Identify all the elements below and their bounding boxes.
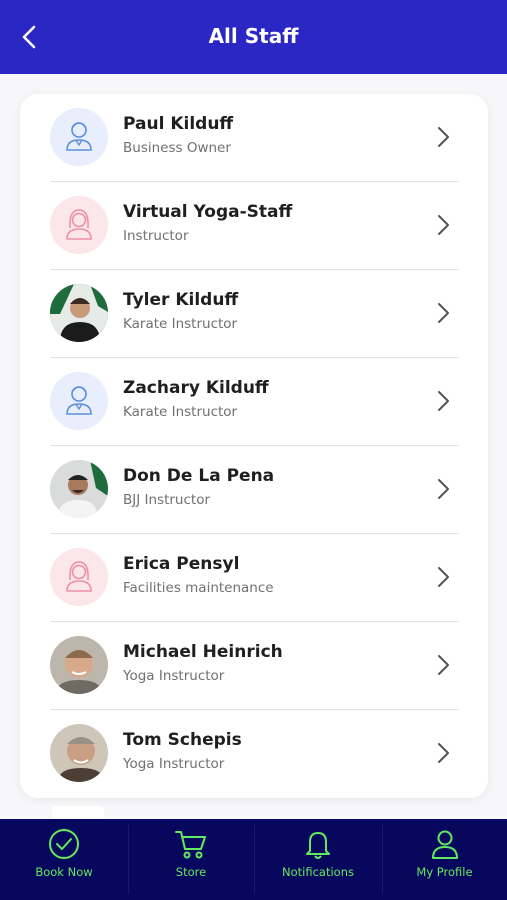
staff-row-erica-pensyl[interactable]: Erica Pensyl Facilities maintenance — [50, 534, 459, 622]
staff-row-tyler-kilduff[interactable]: Tyler Kilduff Karate Instructor — [50, 270, 459, 358]
staff-role: BJJ Instructor — [123, 492, 211, 508]
chevron-right-icon — [438, 567, 449, 587]
staff-row-zachary-kilduff[interactable]: Zachary Kilduff Karate Instructor — [50, 358, 459, 446]
nav-label: Notifications — [282, 865, 354, 879]
staff-photo-avatar — [50, 460, 108, 518]
bell-icon — [306, 832, 330, 859]
bottom-navigation: Book Now Store Notifications My Profile — [0, 819, 507, 900]
staff-name: Zachary Kilduff — [123, 378, 269, 398]
female-placeholder-avatar-icon — [50, 196, 108, 254]
chevron-right-icon — [438, 215, 449, 235]
page-title: All Staff — [208, 24, 299, 48]
next-card-edge — [52, 806, 104, 818]
cart-icon — [175, 831, 206, 859]
app-header: All Staff — [0, 0, 507, 74]
staff-photo-avatar — [50, 724, 108, 782]
chevron-right-icon — [438, 303, 449, 323]
nav-label: Store — [175, 865, 207, 879]
staff-list-card: Paul Kilduff Business Owner Virtual Yoga… — [20, 94, 488, 798]
nav-label: Book Now — [35, 865, 93, 879]
staff-name: Erica Pensyl — [123, 554, 240, 574]
staff-role: Yoga Instructor — [123, 668, 225, 684]
nav-book-now[interactable]: Book Now — [0, 819, 128, 900]
staff-name: Paul Kilduff — [123, 114, 234, 134]
check-circle-icon — [49, 829, 79, 859]
staff-row-michael-heinrich[interactable]: Michael Heinrich Yoga Instructor — [50, 622, 459, 710]
staff-role: Karate Instructor — [123, 316, 238, 332]
staff-role: Yoga Instructor — [123, 756, 225, 772]
nav-my-profile[interactable]: My Profile — [382, 819, 507, 900]
staff-row-tom-schepis[interactable]: Tom Schepis Yoga Instructor — [50, 710, 459, 798]
chevron-right-icon — [438, 655, 449, 675]
staff-row-virtual-yoga-staff[interactable]: Virtual Yoga-Staff Instructor — [50, 182, 459, 270]
chevron-right-icon — [438, 127, 449, 147]
staff-name: Tyler Kilduff — [123, 290, 239, 310]
user-icon — [431, 830, 458, 859]
staff-role: Karate Instructor — [123, 404, 238, 420]
female-placeholder-avatar-icon — [50, 548, 108, 606]
staff-row-don-de-la-pena[interactable]: Don De La Pena BJJ Instructor — [50, 446, 459, 534]
staff-name: Michael Heinrich — [123, 642, 283, 662]
male-placeholder-avatar-icon — [50, 108, 108, 166]
staff-photo-avatar — [50, 636, 108, 694]
chevron-right-icon — [438, 479, 449, 499]
staff-name: Virtual Yoga-Staff — [123, 202, 293, 222]
nav-store[interactable]: Store — [128, 819, 254, 900]
staff-name: Tom Schepis — [123, 730, 242, 750]
chevron-right-icon — [438, 743, 449, 763]
staff-role: Business Owner — [123, 140, 231, 156]
staff-name: Don De La Pena — [123, 466, 275, 486]
nav-label: My Profile — [416, 865, 473, 879]
staff-row-paul-kilduff[interactable]: Paul Kilduff Business Owner — [50, 94, 459, 182]
staff-role: Facilities maintenance — [123, 580, 274, 596]
male-placeholder-avatar-icon — [50, 372, 108, 430]
nav-notifications[interactable]: Notifications — [254, 819, 382, 900]
staff-photo-avatar — [50, 284, 108, 342]
chevron-right-icon — [438, 391, 449, 411]
staff-role: Instructor — [123, 228, 189, 244]
